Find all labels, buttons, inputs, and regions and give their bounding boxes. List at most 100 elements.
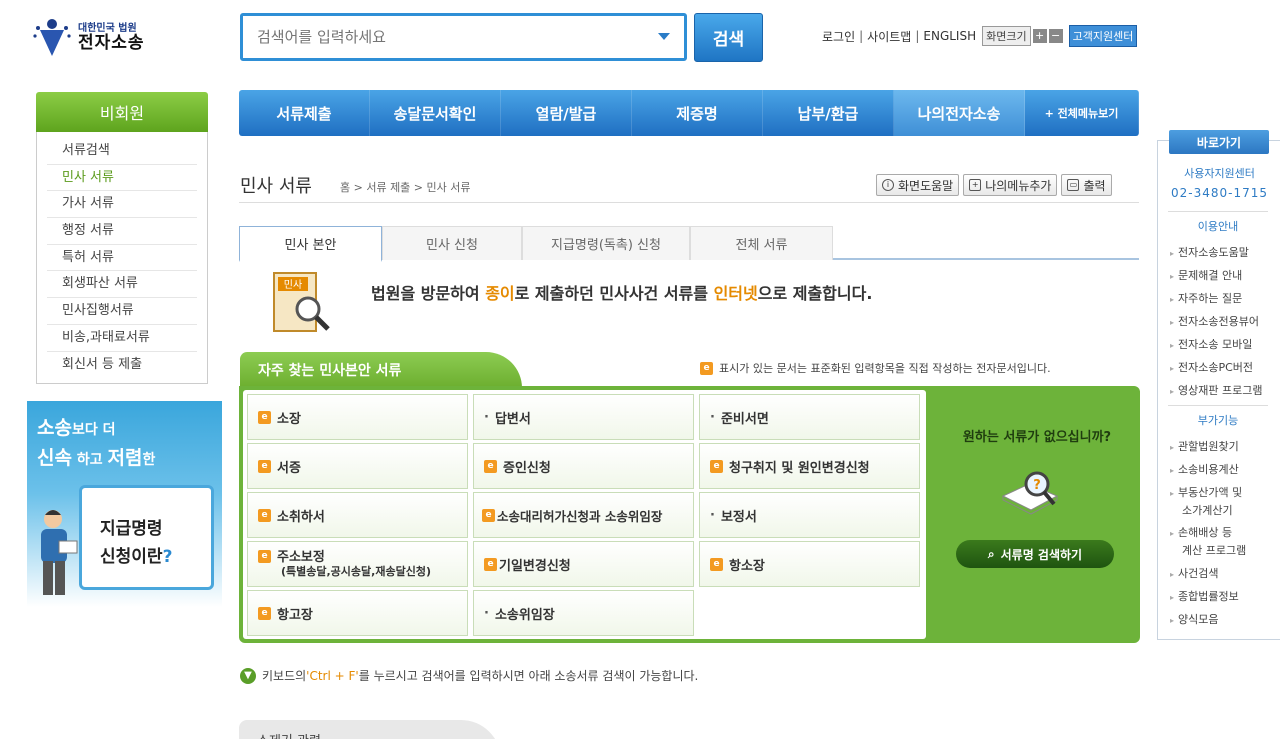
- divider: [239, 202, 1139, 203]
- search-icon: ⌕: [987, 546, 995, 561]
- print-button[interactable]: ▭ 출력: [1061, 174, 1112, 196]
- sidebar-item-reply[interactable]: 회신서 등 제출: [47, 352, 197, 379]
- court-logo[interactable]: 대한민국 법원 전자소송: [30, 16, 160, 60]
- intro-text: 법원을 방문하여 종이로 제출하던 민사사건 서류를 인터넷으로 제출합니다.: [371, 284, 873, 303]
- quick-link-cont[interactable]: 소가계산기: [1170, 503, 1233, 520]
- info-icon: i: [882, 179, 894, 191]
- edoc-icon: e: [710, 459, 723, 473]
- doc-link-answer[interactable]: · 답변서: [473, 394, 694, 440]
- quick-link[interactable]: 양식모음: [1170, 612, 1218, 629]
- edoc-icon: e: [484, 557, 497, 571]
- nav-all-menu[interactable]: + 전체메뉴보기: [1025, 90, 1139, 136]
- doc-link-withdrawal[interactable]: e 소취하서: [247, 492, 468, 538]
- quick-link[interactable]: 전자소송도움말: [1170, 245, 1249, 262]
- doc-link-claim-change[interactable]: e 청구취지 및 원인변경신청: [699, 443, 920, 489]
- quick-link[interactable]: 종합법률정보: [1170, 589, 1239, 606]
- dropdown-caret-icon[interactable]: [658, 33, 670, 40]
- quick-link[interactable]: 소송비용계산: [1170, 462, 1239, 479]
- english-link[interactable]: ENGLISH: [923, 29, 976, 43]
- usage-guide-heading: 이용안내: [1168, 211, 1268, 234]
- edoc-icon: e: [258, 508, 271, 522]
- quick-links-title: 바로가기: [1169, 130, 1269, 154]
- quick-link[interactable]: 전자소송PC버전: [1170, 360, 1253, 377]
- font-minus-button[interactable]: −: [1048, 29, 1063, 43]
- doc-link-attorney[interactable]: e 소송대리허가신청과 소송위임장: [473, 492, 694, 538]
- support-phone: 02-3480-1715: [1170, 186, 1268, 200]
- sidebar-item-patent[interactable]: 특허 서류: [47, 245, 197, 272]
- doc-search-box: 원하는 서류가 없으십니까? ? ⌕ 서류명 검색하기: [939, 390, 1135, 639]
- nav-item-view-issue[interactable]: 열람/발급: [501, 90, 632, 136]
- top-utility-bar: 로그인 | 사이트맵 | ENGLISH 화면크기 + − 고객지원센터: [822, 24, 1138, 48]
- doc-link-complaint-appeal[interactable]: e 항고장: [247, 590, 468, 636]
- search-box: [240, 13, 687, 61]
- sidebar-item-bankruptcy[interactable]: 회생파산 서류: [47, 271, 197, 299]
- banner-line2: 신속 하고 저렴한: [37, 447, 156, 469]
- edoc-icon: e: [258, 410, 271, 424]
- separator: |: [915, 29, 920, 43]
- court-emblem-icon: [33, 19, 71, 56]
- quick-link[interactable]: 문제해결 안내: [1170, 268, 1242, 285]
- frequent-docs-panel: e 소장 · 답변서 · 준비서면 e 서증 e 증인신청 e 청구취지 및 원인변경신청 …: [239, 386, 1140, 643]
- sidebar-menu: 서류검색 민사 서류 가사 서류 행정 서류 특허 서류 회생파산 서류 민사집…: [36, 132, 208, 384]
- sidebar-item-admin[interactable]: 행정 서류: [47, 218, 197, 245]
- font-plus-button[interactable]: +: [1032, 29, 1047, 43]
- nav-item-delivery[interactable]: 송달문서확인: [370, 90, 501, 136]
- tab-civil-application[interactable]: 민사 신청: [382, 226, 522, 260]
- login-link[interactable]: 로그인: [822, 28, 855, 45]
- sidebar-item-enforcement[interactable]: 민사집행서류: [47, 298, 197, 325]
- banner-line1: 소송보다 더: [37, 417, 116, 439]
- sidebar-item-civil[interactable]: 민사 서류: [47, 165, 197, 192]
- tab-payment-order[interactable]: 지급명령(독촉) 신청: [522, 226, 690, 260]
- tab-all-documents[interactable]: 전체 서류: [690, 226, 833, 260]
- doc-link-brief[interactable]: · 준비서면: [699, 394, 920, 440]
- edoc-icon: e: [258, 550, 271, 563]
- doc-link-date-change[interactable]: e 기일변경신청: [473, 541, 694, 587]
- doc-link-address-correction[interactable]: e 주소보정 (특별송달,공시송달,재송달신청): [247, 541, 468, 587]
- doc-link-correction[interactable]: · 보정서: [699, 492, 920, 538]
- quick-link[interactable]: 사건검색: [1170, 566, 1218, 583]
- doc-link-power-of-attorney[interactable]: · 소송위임장: [473, 590, 694, 636]
- support-center-button[interactable]: 고객지원센터: [1068, 25, 1138, 47]
- quick-link[interactable]: 자주하는 질문: [1170, 291, 1242, 308]
- doc-link-witness[interactable]: e 증인신청: [473, 443, 694, 489]
- quick-link[interactable]: 전자소송 모바일: [1170, 337, 1252, 354]
- arrow-down-icon: ▼: [240, 667, 256, 684]
- edoc-icon: e: [484, 459, 497, 473]
- quick-link[interactable]: 관할법원찾기: [1170, 439, 1239, 456]
- doc-link-complaint[interactable]: e 소장: [247, 394, 468, 440]
- person-reading-icon: [41, 510, 78, 595]
- font-size-label: 화면크기: [982, 26, 1031, 46]
- search-button[interactable]: 검색: [694, 13, 763, 62]
- civil-document-icon: 민사: [273, 272, 330, 332]
- add-my-menu-button[interactable]: + 나의메뉴추가: [963, 174, 1058, 196]
- keyboard-hint: ▼ 키보드의 'Ctrl + F' 를 누르시고 검색어를 입력하시면 아래 소송…: [240, 667, 698, 684]
- nav-item-my-ecourt[interactable]: 나의전자소송: [894, 90, 1025, 136]
- nav-item-certificate[interactable]: 제증명: [632, 90, 763, 136]
- page-title: 민사 서류: [240, 176, 312, 197]
- banner-title1: 지급명령: [100, 519, 163, 539]
- document-tabs: 민사 본안 민사 신청 지급명령(독촉) 신청 전체 서류: [239, 226, 1139, 262]
- sidebar-item-search[interactable]: 서류검색: [47, 138, 197, 165]
- sidebar-item-noncontentious[interactable]: 비송,과태료서류: [47, 325, 197, 352]
- doc-name-search-button[interactable]: ⌕ 서류명 검색하기: [956, 540, 1114, 568]
- tab-civil-main[interactable]: 민사 본안: [239, 226, 382, 262]
- printer-icon: ▭: [1067, 179, 1080, 191]
- doc-search-question: 원하는 서류가 없으십니까?: [962, 430, 1112, 445]
- civil-icon-label: 민사: [284, 279, 302, 291]
- quick-link[interactable]: 부동산가액 및: [1170, 485, 1242, 502]
- quick-link-cont[interactable]: 계산 프로그램: [1170, 543, 1246, 560]
- separator: |: [859, 29, 864, 43]
- sidebar-item-family[interactable]: 가사 서류: [47, 191, 197, 219]
- search-input[interactable]: [243, 16, 643, 58]
- doc-link-evidence[interactable]: e 서증: [247, 443, 468, 489]
- sitemap-link[interactable]: 사이트맵: [867, 28, 911, 45]
- quick-link[interactable]: 전자소송전용뷰어: [1170, 314, 1259, 331]
- nav-item-submit[interactable]: 서류제출: [239, 90, 370, 136]
- help-button[interactable]: i 화면도움말: [876, 174, 960, 196]
- quick-links-panel: 바로가기 사용자지원센터 02-3480-1715 이용안내 전자소송도움말 문…: [1157, 130, 1280, 640]
- doc-link-appeal[interactable]: e 항소장: [699, 541, 920, 587]
- nav-item-payment[interactable]: 납부/환급: [763, 90, 894, 136]
- quick-link[interactable]: 손해배상 등: [1170, 525, 1232, 542]
- quick-link[interactable]: 영상재판 프로그램: [1170, 383, 1262, 400]
- payment-order-banner[interactable]: 소송보다 더 신속 하고 저렴한 지급명령 신청이란?: [27, 401, 222, 607]
